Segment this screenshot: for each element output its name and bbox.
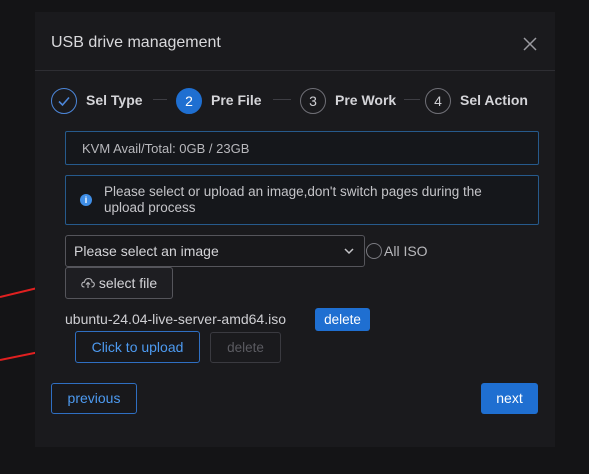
- step-label: Pre Work: [335, 92, 397, 108]
- select-file-label: select file: [98, 275, 158, 291]
- delete-file-button[interactable]: delete: [315, 308, 370, 331]
- selected-file-name: ubuntu-24.04-live-server-amd64.iso: [65, 311, 286, 327]
- all-iso-label: All ISO: [384, 243, 428, 259]
- check-icon: [58, 96, 70, 107]
- step-label: Sel Type: [86, 92, 143, 108]
- step-check-circle: [51, 88, 77, 114]
- step-number: 4: [425, 88, 451, 114]
- kvm-storage-info: KVM Avail/Total: 0GB / 23GB: [65, 131, 539, 165]
- next-button[interactable]: next: [481, 383, 538, 414]
- step-label: Pre File: [211, 92, 262, 108]
- step-number: 3: [300, 88, 326, 114]
- all-iso-radio[interactable]: [366, 243, 382, 259]
- step-connector: [153, 99, 167, 100]
- close-icon: [523, 37, 537, 51]
- dialog-title: USB drive management: [51, 34, 221, 51]
- info-icon: i: [80, 194, 92, 206]
- step-number: 2: [176, 88, 202, 114]
- alert-text: Please select or upload an image,don't s…: [104, 184, 482, 215]
- upload-alert: i Please select or upload an image,don't…: [65, 175, 539, 225]
- step-connector: [273, 99, 291, 100]
- cloud-upload-icon: [81, 278, 95, 289]
- step-connector: [404, 99, 420, 100]
- kvm-storage-text: KVM Avail/Total: 0GB / 23GB: [82, 141, 250, 156]
- image-select[interactable]: Please select an image: [65, 235, 365, 267]
- close-button[interactable]: [522, 36, 538, 52]
- dialog-header: USB drive management: [35, 12, 555, 71]
- upload-button[interactable]: Click to upload: [75, 331, 200, 363]
- usb-drive-dialog: USB drive management Sel Type 2 Pre File…: [35, 12, 555, 447]
- select-file-button[interactable]: select file: [65, 267, 173, 299]
- image-select-placeholder: Please select an image: [74, 243, 219, 259]
- chevron-down-icon: [344, 248, 354, 255]
- delete-upload-button: delete: [210, 332, 281, 363]
- previous-button[interactable]: previous: [51, 383, 137, 414]
- step-label: Sel Action: [460, 92, 528, 108]
